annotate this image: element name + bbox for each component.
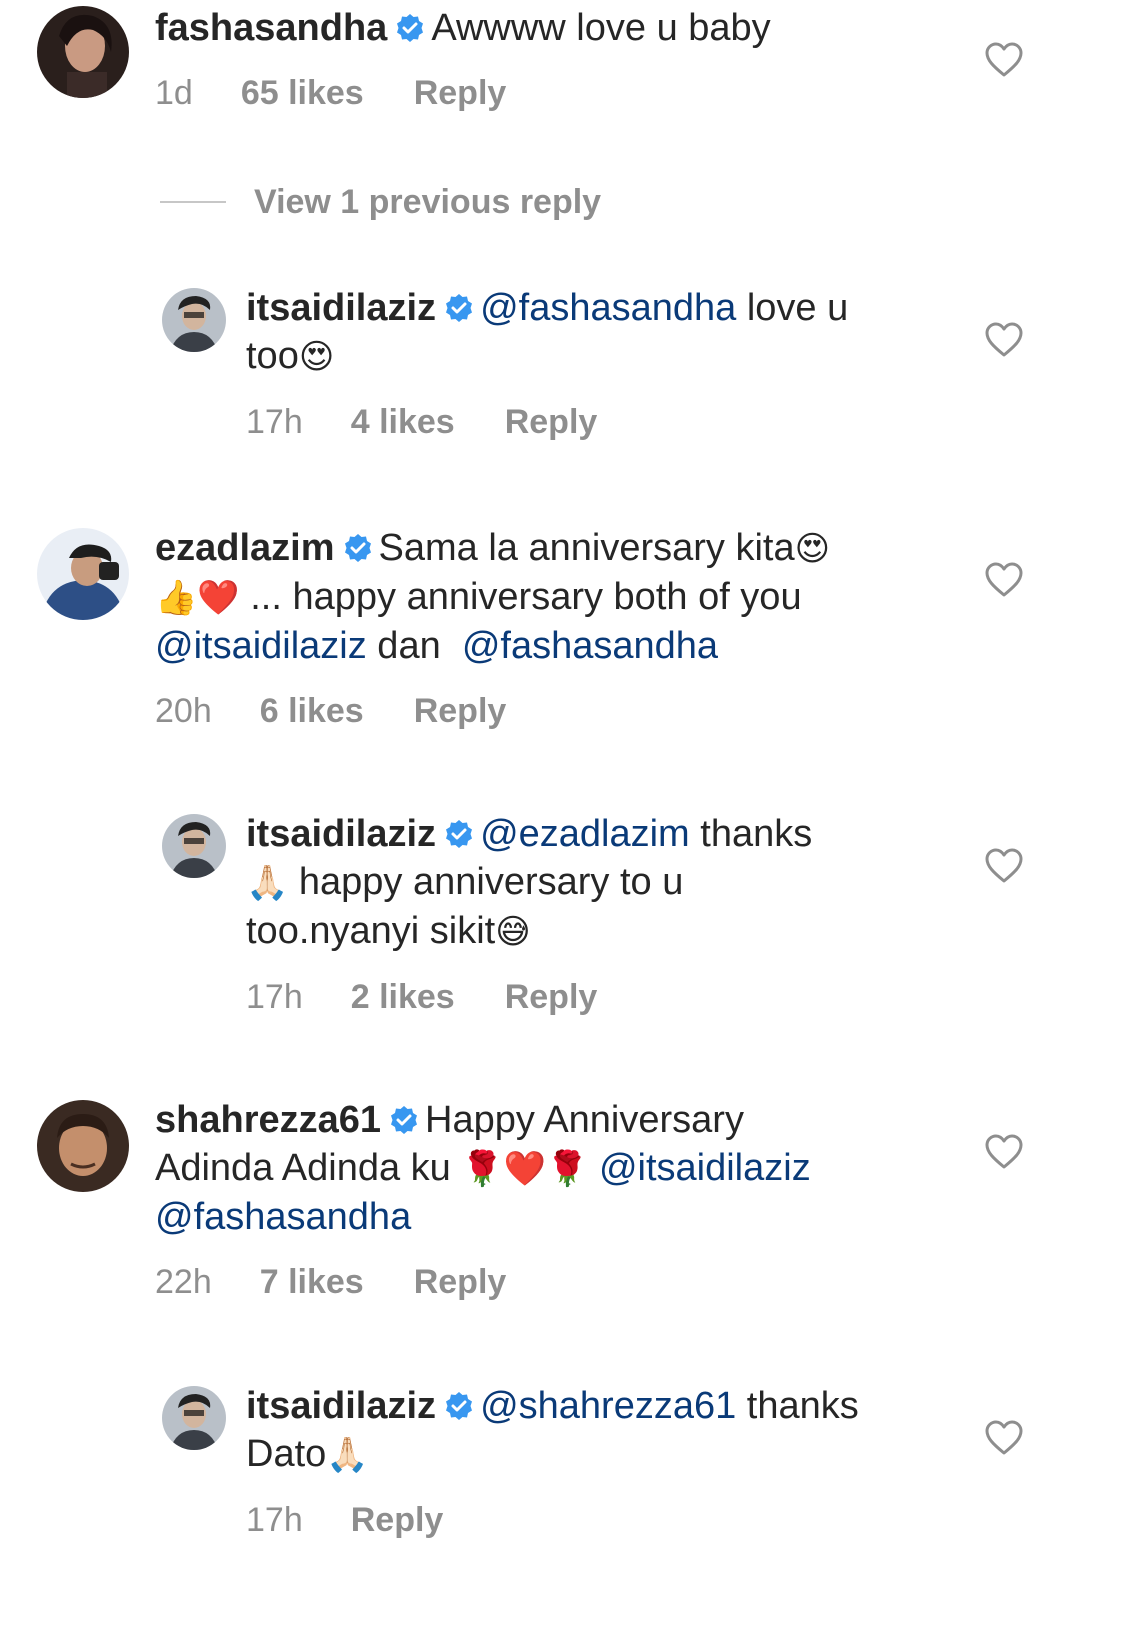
sweat-smile-emoji: 😅 [495,912,531,952]
comment-text: love u [736,287,849,329]
heart-icon[interactable] [985,322,1023,358]
view-previous-label[interactable]: View 1 previous reply [254,183,601,222]
comment-likes[interactable]: 6 likes [260,692,364,731]
heart-eyes-emoji: 😍 [298,337,335,377]
comment-username[interactable]: itsaidilaziz [246,287,436,329]
comment-text: Awwww love u baby [431,7,771,49]
mention-link[interactable]: @fashasandha [155,1196,411,1238]
comment-text: dan [366,625,462,667]
verified-badge-icon [446,820,473,848]
comment-likes[interactable]: 65 likes [241,74,364,113]
comment-text: too [246,335,299,377]
divider-line [160,201,226,203]
verified-badge-icon [397,14,424,42]
reply-button[interactable]: Reply [505,978,598,1017]
comment-username[interactable]: ezadlazim [155,527,335,569]
avatar[interactable] [37,6,129,98]
avatar[interactable] [162,1386,226,1450]
verified-badge-icon [391,1106,418,1134]
mention-link[interactable]: @fashasandha [480,287,736,329]
comment-username[interactable]: fashasandha [155,7,387,49]
comment-time: 17h [246,978,303,1016]
verified-badge-icon [446,294,473,322]
avatar[interactable] [37,1100,129,1192]
reply-button[interactable]: Reply [505,403,598,442]
reply-button[interactable]: Reply [414,692,507,731]
heart-icon[interactable] [985,1134,1023,1170]
comment-time: 17h [246,403,303,441]
comment-text: too.nyanyi sikit [246,910,496,952]
rose-emoji: 🌹 [461,1149,504,1189]
folded-hands-emoji: 🙏🏻 [326,1435,369,1475]
heart-eyes-emoji: 😍 [794,529,831,569]
comment-time: 1d [155,74,193,112]
heart-icon[interactable] [985,848,1023,884]
red-heart-emoji: ❤️ [197,578,240,618]
comment-text: thanks [689,813,813,855]
comment-text: Happy Anniversary [425,1099,744,1141]
heart-icon[interactable] [985,42,1023,78]
comment-likes[interactable]: 4 likes [351,403,455,442]
comment-text: thanks [736,1385,859,1427]
mention-link[interactable]: @shahrezza61 [480,1385,736,1427]
comment-text: Adinda Adinda ku [155,1147,462,1189]
mention-link[interactable]: @fashasandha [462,625,718,667]
comment-username[interactable]: itsaidilaziz [246,813,436,855]
avatar[interactable] [162,288,226,352]
comment-text: happy anniversary to u [288,861,684,903]
reply-button[interactable]: Reply [414,1263,507,1302]
heart-icon[interactable] [985,1420,1023,1456]
view-previous-replies[interactable]: View 1 previous reply [160,180,601,224]
comment-username[interactable]: itsaidilaziz [246,1385,436,1427]
thumbs-up-emoji: 👍 [155,578,198,618]
verified-badge-icon [344,534,371,562]
verified-badge-icon [446,1392,473,1420]
comment-likes[interactable]: 7 likes [260,1263,364,1302]
comment-likes[interactable]: 2 likes [351,978,455,1017]
comments-feed: fashasandha Awwww love u baby 1d 65 likes… [0,0,1125,1627]
comment-text: Dato [246,1433,327,1475]
comment-text: ... happy anniversary both of you [239,576,802,618]
comment-username[interactable]: shahrezza61 [155,1099,381,1141]
comment-time: 17h [246,1501,303,1539]
reply-button[interactable]: Reply [414,74,507,113]
avatar[interactable] [162,814,226,878]
mention-link[interactable]: @itsaidilaziz [599,1147,811,1189]
red-heart-emoji: ❤️ [503,1149,547,1189]
comment-time: 22h [155,1263,212,1301]
heart-icon[interactable] [985,562,1023,598]
mention-link[interactable]: @itsaidilaziz [155,625,367,667]
mention-link[interactable]: @ezadlazim [480,813,690,855]
comment-time: 20h [155,692,212,730]
folded-hands-emoji: 🙏🏻 [246,863,289,903]
avatar[interactable] [37,528,129,620]
reply-button[interactable]: Reply [351,1501,444,1540]
rose-emoji: 🌹 [546,1149,589,1189]
comment-text: Sama la anniversary kita [378,527,795,569]
